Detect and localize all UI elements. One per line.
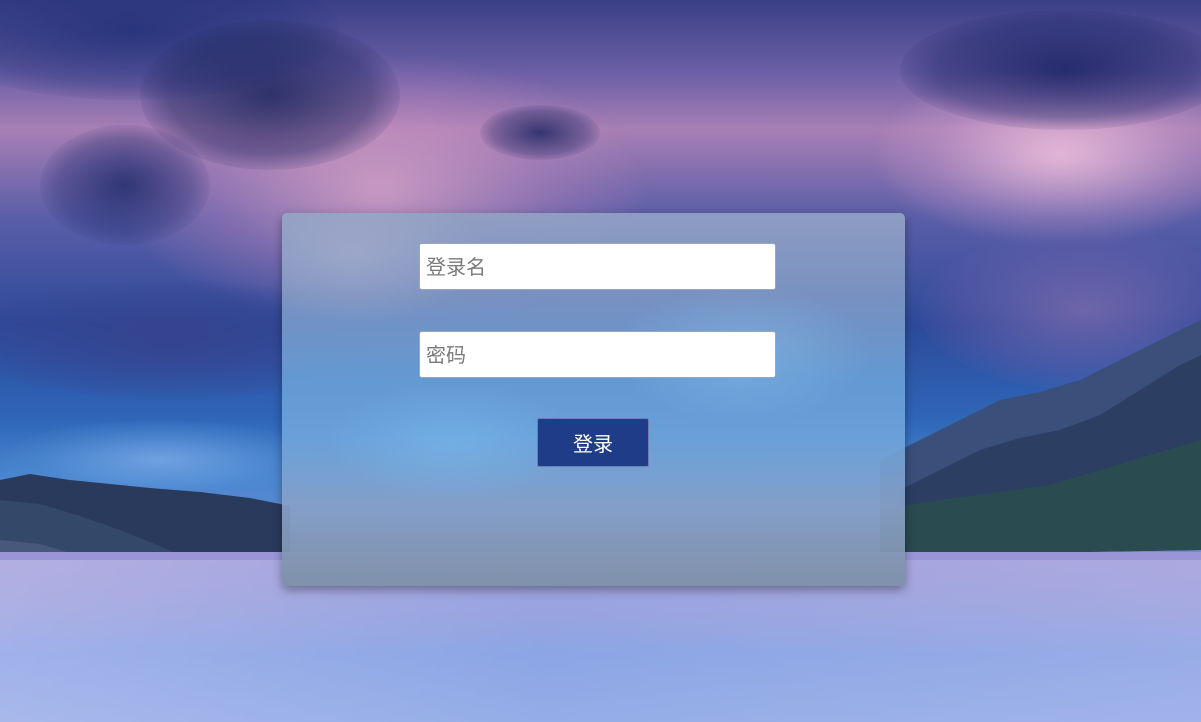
login-panel: 登录 bbox=[282, 213, 905, 586]
mountain-range bbox=[880, 320, 1201, 555]
panel-blur bbox=[282, 513, 905, 586]
login-button[interactable]: 登录 bbox=[537, 418, 649, 467]
landscape-background: 登录 bbox=[0, 0, 1201, 722]
storm-cloud bbox=[40, 125, 210, 245]
login-name-input[interactable] bbox=[419, 243, 776, 290]
storm-cloud bbox=[480, 105, 600, 160]
password-input[interactable] bbox=[419, 331, 776, 378]
